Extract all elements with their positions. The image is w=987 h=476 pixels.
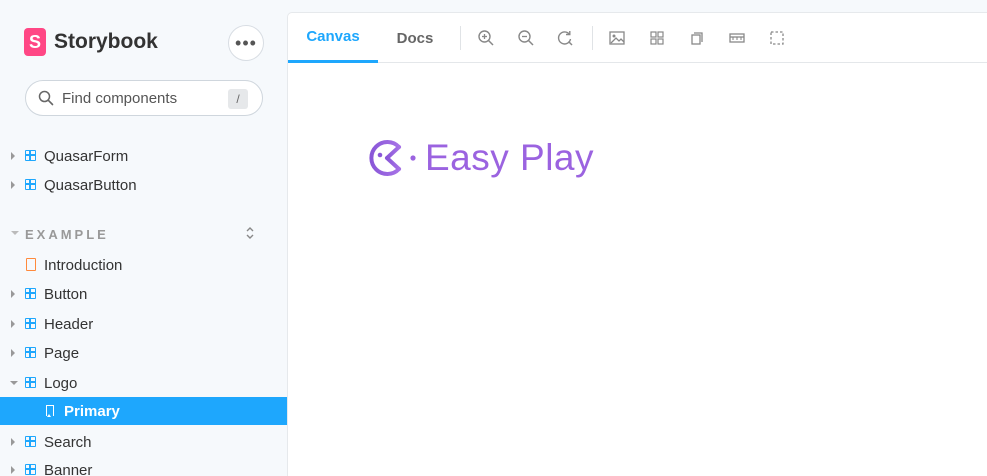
caret-right-icon bbox=[11, 438, 15, 446]
caret-down-icon bbox=[10, 381, 18, 385]
toolbar-divider bbox=[460, 26, 461, 50]
brand-name: Storybook bbox=[54, 30, 158, 53]
story-canvas: Easy Play bbox=[288, 64, 987, 476]
component-icon bbox=[25, 377, 36, 388]
tree-item-label: Page bbox=[44, 345, 80, 362]
easy-play-logo: Easy Play bbox=[365, 136, 594, 180]
tree-item-header[interactable]: Header bbox=[0, 310, 288, 338]
search-icon bbox=[38, 90, 54, 106]
search-shortcut-key: / bbox=[228, 89, 248, 109]
tree-item-button[interactable]: Button bbox=[0, 280, 288, 308]
tree-item-label: Primary bbox=[64, 403, 120, 420]
storybook-brand[interactable]: S Storybook bbox=[24, 28, 158, 56]
tree-item-quasarbutton[interactable]: QuasarButton bbox=[0, 171, 288, 199]
caret-down-icon bbox=[11, 231, 19, 235]
caret-right-icon bbox=[11, 320, 15, 328]
caret-right-icon bbox=[11, 181, 15, 189]
component-icon bbox=[25, 318, 36, 329]
bookmark-icon bbox=[46, 405, 54, 417]
component-icon bbox=[25, 436, 36, 447]
measure-icon[interactable] bbox=[726, 27, 748, 49]
section-label: EXAMPLE bbox=[25, 227, 109, 242]
background-icon[interactable] bbox=[606, 27, 628, 49]
caret-right-icon bbox=[11, 152, 15, 160]
pacman-logo-icon bbox=[369, 140, 416, 176]
zoom-in-icon[interactable] bbox=[475, 27, 497, 49]
tree-item-page[interactable]: Page bbox=[0, 339, 288, 367]
expand-collapse-icon[interactable] bbox=[244, 224, 256, 242]
storybook-logo-icon: S bbox=[24, 28, 46, 56]
tree-item-label: Logo bbox=[44, 375, 78, 392]
logo-text: Easy Play bbox=[425, 137, 595, 178]
tree-item-label: Header bbox=[44, 316, 94, 333]
tree-item-quasarform[interactable]: QuasarForm bbox=[0, 142, 288, 170]
tree-item-label: QuasarForm bbox=[44, 148, 129, 165]
tree-item-label: Introduction bbox=[44, 257, 123, 274]
sidebar-menu-button[interactable]: ••• bbox=[228, 25, 264, 61]
tree-item-introduction[interactable]: Introduction bbox=[0, 251, 288, 279]
zoom-out-icon[interactable] bbox=[515, 27, 537, 49]
component-icon bbox=[25, 347, 36, 358]
toolbar: Canvas Docs bbox=[288, 13, 987, 63]
tab-docs[interactable]: Docs bbox=[383, 13, 447, 63]
tree-item-label: QuasarButton bbox=[44, 177, 137, 194]
toolbar-divider bbox=[592, 26, 593, 50]
viewport-icon[interactable] bbox=[686, 27, 708, 49]
tree-item-label: Button bbox=[44, 286, 88, 303]
sidebar: S Storybook ••• Find components / Quasar… bbox=[0, 0, 288, 476]
tree-item-label: Banner bbox=[44, 462, 93, 476]
tree-item-label: Search bbox=[44, 434, 92, 451]
section-example[interactable]: EXAMPLE bbox=[0, 220, 288, 248]
zoom-reset-icon[interactable] bbox=[554, 27, 576, 49]
tree-item-logo[interactable]: Logo bbox=[0, 369, 288, 397]
tab-canvas[interactable]: Canvas bbox=[288, 13, 378, 63]
search-input[interactable]: Find components / bbox=[25, 80, 263, 116]
caret-right-icon bbox=[11, 349, 15, 357]
component-icon bbox=[25, 288, 36, 299]
document-icon bbox=[26, 258, 36, 271]
preview-panel: Canvas Docs Easy Play bbox=[288, 13, 987, 476]
tree-item-primary-story[interactable]: Primary bbox=[0, 397, 288, 425]
component-icon bbox=[25, 179, 36, 190]
outline-icon[interactable] bbox=[766, 27, 788, 49]
caret-right-icon bbox=[11, 466, 15, 474]
grid-icon[interactable] bbox=[646, 27, 668, 49]
search-placeholder: Find components bbox=[62, 89, 178, 107]
tree-item-banner[interactable]: Banner bbox=[0, 456, 288, 476]
caret-right-icon bbox=[11, 290, 15, 298]
component-icon bbox=[25, 150, 36, 161]
component-icon bbox=[25, 464, 36, 475]
tree-item-search[interactable]: Search bbox=[0, 428, 288, 456]
